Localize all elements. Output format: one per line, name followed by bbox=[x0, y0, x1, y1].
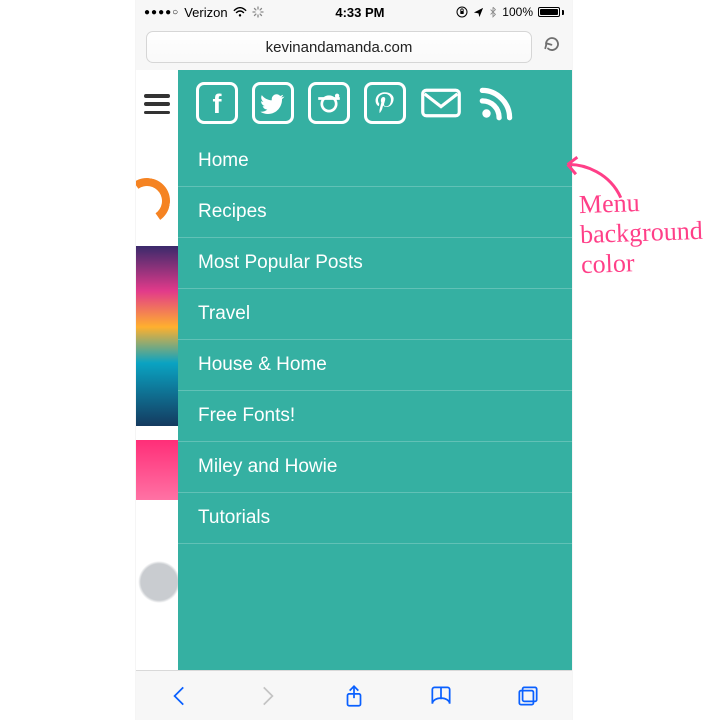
menu-list: Home Recipes Most Popular Posts Travel H… bbox=[178, 136, 572, 544]
menu-item-label: Tutorials bbox=[198, 507, 270, 528]
location-icon bbox=[473, 7, 484, 18]
menu-item-travel[interactable]: Travel bbox=[178, 289, 572, 340]
ios-status-bar: ●●●●○ Verizon 4:33 PM bbox=[136, 0, 572, 24]
annotation-label: Menu background color bbox=[578, 186, 704, 280]
menu-item-label: Recipes bbox=[198, 201, 267, 222]
menu-item-label: Miley and Howie bbox=[198, 456, 337, 477]
facebook-icon[interactable]: f bbox=[196, 82, 238, 124]
social-icon-row: f bbox=[178, 70, 572, 136]
svg-text:f: f bbox=[213, 89, 223, 119]
pinterest-icon[interactable] bbox=[364, 82, 406, 124]
annotation-arrow-icon bbox=[559, 152, 631, 204]
share-button[interactable] bbox=[339, 681, 369, 711]
wifi-icon bbox=[233, 7, 247, 18]
site-logo-sliver bbox=[136, 178, 178, 238]
orientation-lock-icon bbox=[456, 6, 468, 18]
safari-toolbar bbox=[136, 670, 572, 720]
menu-item-home[interactable]: Home bbox=[178, 136, 572, 187]
rss-icon[interactable] bbox=[476, 82, 518, 124]
carrier-label: Verizon bbox=[184, 5, 227, 20]
annotation-line: color bbox=[581, 246, 705, 280]
back-button[interactable] bbox=[165, 681, 195, 711]
page-viewport: f Home Recipes Most Popular Posts Travel… bbox=[136, 70, 572, 670]
email-icon[interactable] bbox=[420, 82, 462, 124]
battery-percent-label: 100% bbox=[502, 5, 533, 19]
menu-item-label: Travel bbox=[198, 303, 250, 324]
menu-item-free-fonts[interactable]: Free Fonts! bbox=[178, 391, 572, 442]
safari-url-bar: kevinandamanda.com bbox=[136, 24, 572, 70]
post-thumbnail-sliver bbox=[136, 538, 178, 648]
menu-item-house-home[interactable]: House & Home bbox=[178, 340, 572, 391]
hamburger-icon bbox=[144, 94, 170, 114]
menu-item-most-popular[interactable]: Most Popular Posts bbox=[178, 238, 572, 289]
menu-item-label: Free Fonts! bbox=[198, 405, 295, 426]
menu-item-miley-howie[interactable]: Miley and Howie bbox=[178, 442, 572, 493]
menu-item-recipes[interactable]: Recipes bbox=[178, 187, 572, 238]
menu-item-label: Most Popular Posts bbox=[198, 252, 363, 273]
twitter-icon[interactable] bbox=[252, 82, 294, 124]
clock-label: 4:33 PM bbox=[264, 5, 457, 20]
instagram-icon[interactable] bbox=[308, 82, 350, 124]
loading-spinner-icon bbox=[252, 6, 264, 18]
reload-button[interactable] bbox=[542, 34, 562, 60]
hamburger-button[interactable] bbox=[136, 82, 178, 126]
url-field[interactable]: kevinandamanda.com bbox=[146, 31, 532, 63]
menu-item-tutorials[interactable]: Tutorials bbox=[178, 493, 572, 544]
menu-item-label: Home bbox=[198, 150, 249, 171]
post-thumbnail-sliver bbox=[136, 440, 178, 500]
bookmarks-button[interactable] bbox=[426, 681, 456, 711]
battery-icon bbox=[538, 7, 564, 17]
phone-frame: ●●●●○ Verizon 4:33 PM bbox=[136, 0, 572, 720]
menu-item-label: House & Home bbox=[198, 354, 327, 375]
forward-button[interactable] bbox=[252, 681, 282, 711]
url-domain-label: kevinandamanda.com bbox=[266, 39, 413, 56]
annotation-line: background bbox=[580, 216, 704, 250]
signal-dots-icon: ●●●●○ bbox=[144, 7, 179, 18]
bluetooth-icon bbox=[489, 6, 497, 18]
tabs-button[interactable] bbox=[513, 681, 543, 711]
post-thumbnail-sliver bbox=[136, 246, 178, 426]
drawer-menu: f Home Recipes Most Popular Posts Travel… bbox=[178, 70, 572, 670]
